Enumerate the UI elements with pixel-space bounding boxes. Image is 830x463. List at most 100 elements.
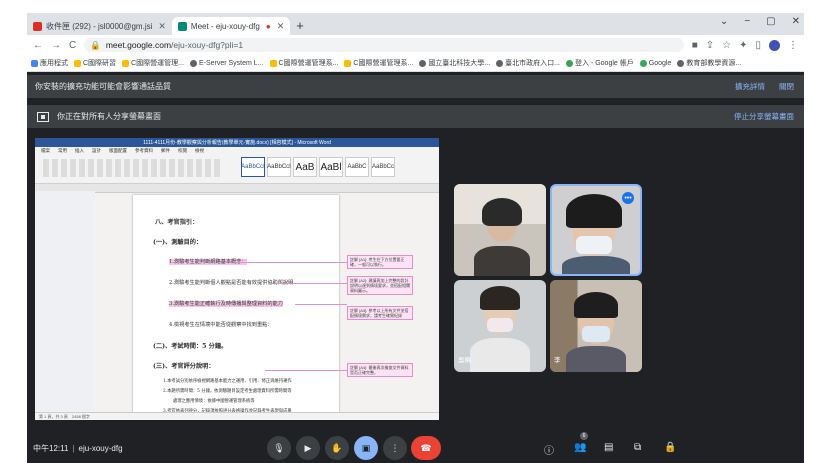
maximize-icon[interactable]: ▢ xyxy=(766,16,775,27)
tab-gmail[interactable]: 收件匣 (292) - jsl0000@gm.jsi ✕ xyxy=(27,17,172,35)
bookmark-item[interactable]: Google xyxy=(639,59,671,67)
minimize-icon[interactable]: − xyxy=(744,16,750,27)
stop-sharing-button[interactable]: 停止分享螢幕畫面 xyxy=(734,111,794,122)
presenting-bar: 你正在對所有人分享螢幕畫面 停止分享螢幕畫面 xyxy=(27,105,804,128)
comment-balloon: 註解 [A3]: 參考以上所有文件並搭配情境需求，請考生確實紀錄 xyxy=(347,306,413,320)
globe-icon xyxy=(677,59,685,67)
extension-details-link[interactable]: 擴充詳情 xyxy=(735,81,765,92)
profile-avatar[interactable] xyxy=(769,39,780,51)
bookmark-item[interactable]: 登入 - Google 帳戶 xyxy=(566,58,634,68)
ribbon-tab: 設計 xyxy=(92,148,101,153)
doc-line: 4.檢視考生在情境中能否從觀察中找到重點： xyxy=(169,322,273,328)
ribbon-font-tools xyxy=(43,159,223,177)
warning-text: 你安裝的擴充功能可能會影響通話品質 xyxy=(35,82,171,91)
ribbon-tab: 檔案 xyxy=(41,148,50,153)
mask xyxy=(487,318,513,332)
activities-icon[interactable]: ⧉ xyxy=(634,442,641,453)
bookmark-item[interactable]: 臺北市政府入口... xyxy=(496,58,560,68)
style-item: AaBbC xyxy=(345,157,369,177)
back-icon[interactable]: ← xyxy=(33,40,43,51)
recording-dot-icon: ● xyxy=(265,21,271,31)
mask xyxy=(576,236,612,254)
comment-connector xyxy=(235,262,347,263)
forward-icon[interactable]: → xyxy=(51,40,61,51)
bookmark-item[interactable]: 教育部教學資源... xyxy=(677,58,741,68)
bookmark-item[interactable]: E-Server System L... xyxy=(189,59,264,67)
doc-line: (二)、考試時間：5 分鐘。 xyxy=(153,343,228,350)
star-icon[interactable]: ☆ xyxy=(722,40,731,51)
participant-name: 李 xyxy=(554,357,561,364)
new-tab-button[interactable]: + xyxy=(290,17,310,35)
tab-meet[interactable]: Meet - eju-xouy-dfg ● ✕ xyxy=(171,17,291,35)
shoulders xyxy=(470,338,530,372)
style-gallery: AaBbCcI AaBbCcI AaB AaBl AaBbC AaBbCc xyxy=(241,157,395,177)
people-icon[interactable]: 👥 xyxy=(574,442,586,453)
participant-tile[interactable]: 吳曉 xyxy=(454,280,546,372)
bookmark-item[interactable]: C國際營運管理系... xyxy=(269,58,338,68)
address-bar[interactable]: 🔒 meet.google.com/eju-xouy-dfg?pli=1 xyxy=(84,38,684,52)
participant-tile[interactable] xyxy=(454,184,546,276)
ribbon-tab: 插入 xyxy=(75,148,84,153)
style-item: AaBbCc xyxy=(371,157,395,177)
apps-icon xyxy=(31,59,38,67)
bookmarks-bar: 應用程式 C國際研習 C國際營運管理... E-Server System L.… xyxy=(27,55,804,72)
meet-icon xyxy=(177,21,187,31)
separator: | xyxy=(72,444,75,453)
tab-search-icon[interactable]: ⌄ xyxy=(720,16,728,27)
shoulders xyxy=(474,246,530,276)
bookmark-item[interactable]: C國際研習 xyxy=(74,58,116,68)
info-icon[interactable]: ⓘ xyxy=(544,442,554,457)
more-options-icon[interactable]: ••• xyxy=(622,192,634,204)
style-item: AaBbCcI xyxy=(267,157,291,177)
hair xyxy=(482,198,522,226)
participant-tile-active[interactable]: ••• xyxy=(550,184,642,276)
word-status-bar: 第 1 頁，共 3 頁 2458 個字 xyxy=(35,412,439,420)
bookmark-item[interactable]: C國際營運管理系... xyxy=(344,58,413,68)
close-window-icon[interactable]: ✕ xyxy=(792,16,800,27)
presenting-actions: 停止分享螢幕畫面 xyxy=(734,111,794,122)
bookmark-icon xyxy=(122,59,130,67)
host-controls-icon[interactable]: 🔒 xyxy=(664,442,676,453)
doc-line: 2.本題所需時間：5 分鐘，依測驗題目設定考生處理資料所需時間等 xyxy=(163,389,292,394)
extensions-icon[interactable]: ✦ xyxy=(739,40,747,51)
dismiss-link[interactable]: 關閉 xyxy=(779,81,794,92)
doc-line: 3.測驗考生能正確執行及時傳播與整理資料的能力 xyxy=(169,300,283,307)
sidepanel-icon[interactable]: ▯ xyxy=(755,40,761,51)
microphone-button[interactable]: 🎙 xyxy=(267,436,291,460)
close-icon[interactable]: ✕ xyxy=(277,21,285,32)
doc-line: (三)、考官評分說明： xyxy=(153,363,215,370)
document-page: 八、考官指引： (一)、測驗目的： 1.測驗考生能判斷網路基本概念： 2.測驗考… xyxy=(133,195,339,420)
camera-icon[interactable]: ■ xyxy=(692,40,698,51)
mask xyxy=(582,326,610,342)
bookmark-item[interactable]: 應用程式 xyxy=(31,58,68,68)
camera-button[interactable]: ▶ xyxy=(296,436,320,460)
share-icon[interactable]: ⇪ xyxy=(706,40,714,51)
menu-icon[interactable]: ⋮ xyxy=(788,40,798,51)
globe-icon xyxy=(189,59,197,67)
ribbon-tab: 校閱 xyxy=(178,148,187,153)
browser-window: 收件匣 (292) - jsl0000@gm.jsi ✕ Meet - eju-… xyxy=(27,13,804,463)
close-icon[interactable]: ✕ xyxy=(158,21,166,32)
shared-screen: 1111-4111月份-教學觀察與分析報告(教學單元-實施.docx) [相容模… xyxy=(35,138,439,420)
bookmark-item[interactable]: 國立臺北科技大學... xyxy=(419,58,490,68)
raise-hand-button[interactable]: ✋ xyxy=(325,436,349,460)
leave-call-button[interactable]: ☎ xyxy=(411,436,441,460)
comment-balloon: 註解 [A4]: 最後再次檢查文件資料是否正確完整。 xyxy=(347,363,413,377)
globe-icon xyxy=(419,59,427,67)
comment-connector xyxy=(295,304,347,305)
reload-icon[interactable]: C xyxy=(69,40,76,51)
shoulders xyxy=(562,256,630,274)
bookmark-icon xyxy=(74,59,81,67)
meeting-code: eju-xouy-dfg xyxy=(78,444,123,453)
bookmark-item[interactable]: C國際營運管理... xyxy=(122,58,184,68)
chat-icon[interactable]: ▤ xyxy=(604,442,613,453)
tab-label: Meet - eju-xouy-dfg xyxy=(190,21,260,31)
hair xyxy=(574,292,618,318)
participant-tile[interactable]: 李 xyxy=(550,280,642,372)
style-item: AaB xyxy=(293,157,317,177)
ribbon-tabs: 檔案 常用 插入 設計 版面配置 參考資料 郵件 校閱 檢視 xyxy=(35,147,439,155)
ribbon-tab: 參考資料 xyxy=(135,148,153,153)
more-options-button[interactable]: ⋮ xyxy=(383,436,407,460)
meeting-info: 中午12:11 | eju-xouy-dfg xyxy=(33,443,123,454)
present-button[interactable]: ▣ xyxy=(354,436,378,460)
